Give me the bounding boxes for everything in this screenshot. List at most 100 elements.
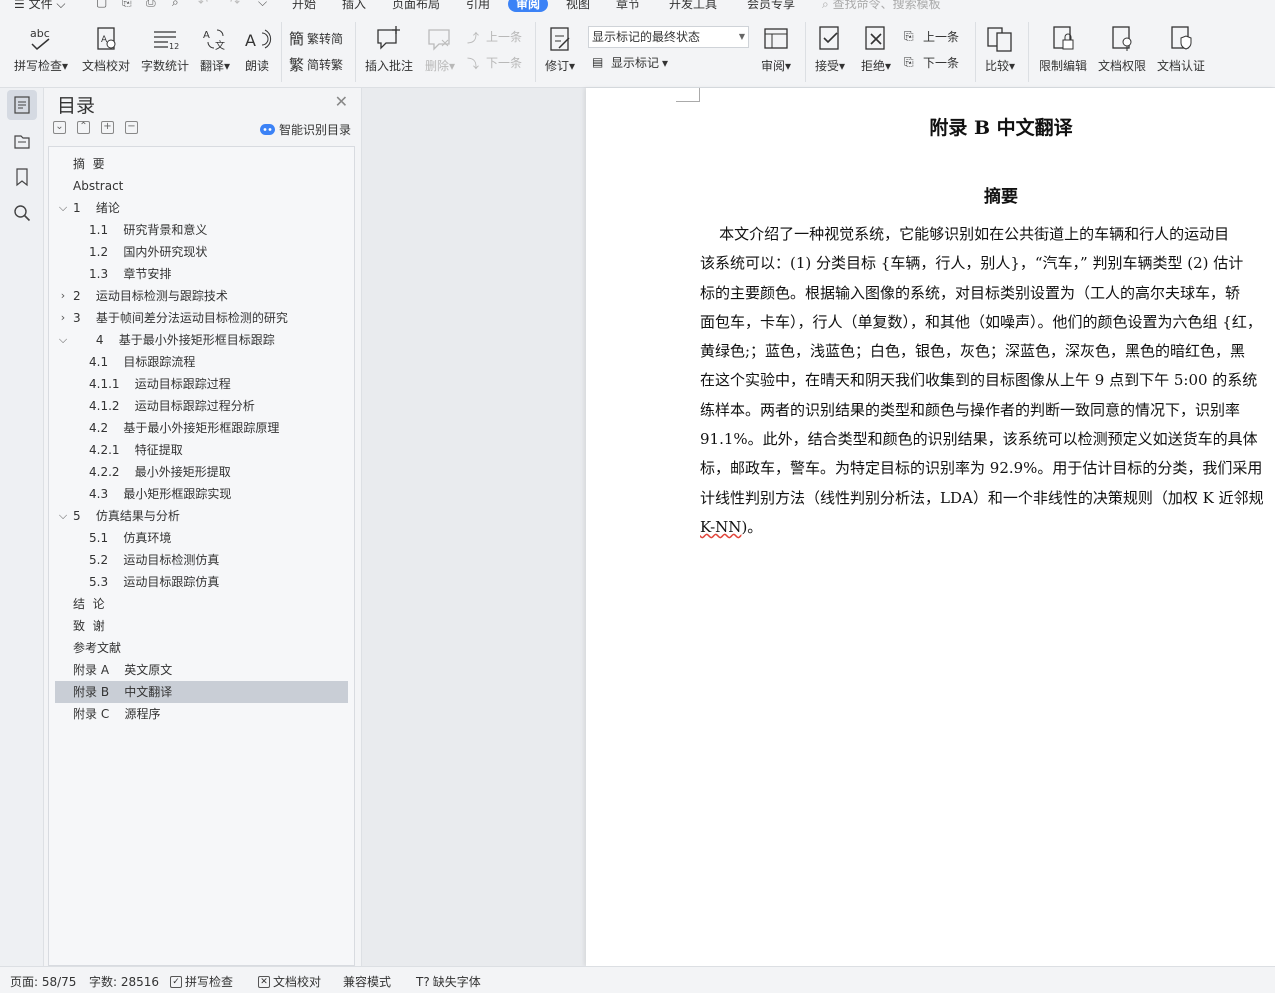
expand-all-icon[interactable]: ⌄ xyxy=(53,121,66,134)
print-icon[interactable]: ⎙ xyxy=(146,0,156,10)
simp-to-trad-button[interactable]: 繁简转繁 xyxy=(289,54,343,75)
ribbon-separator xyxy=(355,22,356,82)
delete-comment-button[interactable]: 删除▾ xyxy=(422,24,458,74)
toc-item[interactable]: Abstract xyxy=(55,175,348,197)
next-change-button[interactable]: ⎘ 下一条 xyxy=(904,54,959,71)
missing-font-button[interactable]: T? 缺失字体 xyxy=(416,973,481,990)
undo-icon[interactable]: ↶ xyxy=(198,0,208,9)
compare-label: 比较 xyxy=(984,59,1009,73)
compare-button[interactable]: 比较▾ xyxy=(982,24,1018,74)
toc-item[interactable]: 5.3 运动目标跟踪仿真 xyxy=(55,571,348,593)
toc-item[interactable]: 附录 C 源程序 xyxy=(55,703,348,725)
toc-item[interactable]: 4.1.1 运动目标跟踪过程 xyxy=(55,373,348,395)
show-markup-button[interactable]: ▤ 显示标记 ▾ xyxy=(592,54,668,71)
read-aloud-button[interactable]: A 朗读 xyxy=(241,24,273,74)
tab-view[interactable]: 视图 xyxy=(566,0,590,12)
toc-item[interactable]: 附录 A 英文原文 xyxy=(55,659,348,681)
tab-member[interactable]: 会员专享 xyxy=(747,0,795,12)
track-changes-button[interactable]: 修订▾ xyxy=(542,24,578,74)
toc-item[interactable]: ⌵ 5 仿真结果与分析 xyxy=(55,505,348,527)
word-count-button[interactable]: 12 字数统计 xyxy=(139,24,191,74)
redo-icon[interactable]: ↷ xyxy=(230,0,240,9)
chevron-right-icon[interactable]: › xyxy=(57,285,69,307)
toc-item[interactable]: 5.1 仿真环境 xyxy=(55,527,348,549)
prev-comment-button[interactable]: ⤴ 上一条 xyxy=(467,28,522,45)
chapter-nav-button[interactable] xyxy=(7,126,37,156)
bookmark-button[interactable] xyxy=(7,162,37,192)
search-icon: ⌕ xyxy=(822,0,829,11)
ribbon-separator xyxy=(975,22,976,82)
reject-button[interactable]: 拒绝▾ xyxy=(858,24,894,74)
toc-item[interactable]: 参考文献 xyxy=(55,637,348,659)
toc-item[interactable]: › 3 基于帧间差分法运动目标检测的研究 xyxy=(55,307,348,329)
toc-item[interactable]: › 2 运动目标检测与跟踪技术 xyxy=(55,285,348,307)
doc-permission-button[interactable]: 文档权限 xyxy=(1096,24,1148,74)
file-menu[interactable]: ☰ 文件 ⌵ xyxy=(14,0,66,12)
close-icon[interactable]: ✕ xyxy=(335,92,348,111)
prev-change-button[interactable]: ⎘ 上一条 xyxy=(904,28,959,45)
toc-item[interactable]: 1.2 国内外研究现状 xyxy=(55,241,348,263)
tab-section[interactable]: 章节 xyxy=(616,0,640,12)
doc-proof-button[interactable]: A 文档校对 xyxy=(80,24,132,74)
document-page[interactable]: 附录 B 中文翻译 摘要 本文介绍了一种视觉系统，它能够识别如在公共街道上的车辆… xyxy=(586,88,1275,966)
toc-item[interactable]: 致 谢 xyxy=(55,615,348,637)
toc-item[interactable]: ⌵ 1 绪论 xyxy=(55,197,348,219)
chevron-down-icon[interactable]: ⌵ xyxy=(57,505,69,527)
chevron-down-icon[interactable]: ⌵ xyxy=(57,329,69,351)
toc-item-label: 摘 要 xyxy=(73,157,105,171)
collapse-all-icon[interactable]: ⌃ xyxy=(77,121,90,134)
toc-item[interactable]: 4.3 最小矩形框跟踪实现 xyxy=(55,483,348,505)
markup-state-select[interactable]: 显示标记的最终状态 ▼ xyxy=(588,26,749,48)
toc-item[interactable]: 1.1 研究背景和意义 xyxy=(55,219,348,241)
doc-cert-button[interactable]: 文档认证 xyxy=(1155,24,1207,74)
more-icon[interactable]: ⌵ xyxy=(258,0,267,10)
tab-insert[interactable]: 插入 xyxy=(342,0,366,12)
accept-button[interactable]: 接受▾ xyxy=(812,24,848,74)
next-comment-button[interactable]: ⤵ 下一条 xyxy=(467,54,522,71)
page-indicator[interactable]: 页面: 58/75 xyxy=(10,973,76,990)
translate-label: 翻译 xyxy=(199,59,224,73)
misspelled-word[interactable]: K-NN xyxy=(700,518,741,536)
save-icon[interactable]: ▢ xyxy=(96,0,107,9)
permission-icon xyxy=(1112,26,1132,51)
review-pane-button[interactable]: 审阅▾ xyxy=(757,24,795,74)
spell-check-button[interactable]: abc 拼写检查▾ xyxy=(12,24,70,74)
insert-comment-button[interactable]: 插入批注 xyxy=(364,24,414,74)
tab-review[interactable]: 审阅 xyxy=(508,0,549,12)
doc-proof-status[interactable]: ✕ 文档校对 xyxy=(258,973,321,990)
smart-toc-button[interactable]: 智能识别目录 xyxy=(259,121,351,138)
toc-item[interactable]: 4.2 基于最小外接矩形框跟踪原理 xyxy=(55,417,348,439)
ribbon-separator xyxy=(281,22,282,82)
tab-references[interactable]: 引用 xyxy=(466,0,490,12)
toc-item[interactable]: 摘 要 xyxy=(55,153,348,175)
toc-item[interactable]: 结 论 xyxy=(55,593,348,615)
find-button[interactable] xyxy=(7,198,37,228)
toc-item[interactable]: 4.2.2 最小外接矩形提取 xyxy=(55,461,348,483)
export-icon[interactable]: ⎘ xyxy=(122,0,132,10)
toc-item[interactable]: 5.2 运动目标检测仿真 xyxy=(55,549,348,571)
chevron-right-icon[interactable]: › xyxy=(57,307,69,329)
add-heading-icon[interactable]: + xyxy=(101,121,114,134)
toc-item[interactable]: ⌵ 4 基于最小外接矩形框目标跟踪 xyxy=(55,329,348,351)
toc-item[interactable]: 附录 B 中文翻译 xyxy=(55,681,348,703)
spell-check-status[interactable]: ✓ 拼写检查 xyxy=(170,973,233,990)
trad-to-simp-button[interactable]: 簡繁转简 xyxy=(289,28,343,49)
restrict-edit-button[interactable]: 限制编辑 xyxy=(1037,24,1089,74)
word-count-indicator[interactable]: 字数: 28516 xyxy=(89,973,159,990)
tab-home[interactable]: 开始 xyxy=(292,0,316,12)
paragraph-line: 标，邮政车，警车。为特定目标的识别率为 92.9%。用于估计目标的分类，我们采用 xyxy=(700,459,1263,478)
toc-item[interactable]: 4.1.2 运动目标跟踪过程分析 xyxy=(55,395,348,417)
remove-heading-icon[interactable]: − xyxy=(125,121,138,134)
chevron-down-icon[interactable]: ⌵ xyxy=(57,197,69,219)
command-search[interactable]: ⌕ 查找命令、搜索模板 xyxy=(822,0,941,12)
toc-item[interactable]: 4.1 目标跟踪流程 xyxy=(55,351,348,373)
spell-check-status-label: 拼写检查 xyxy=(185,975,234,989)
preview-icon[interactable]: ⌕ xyxy=(172,0,179,10)
translate-button[interactable]: A文 翻译▾ xyxy=(197,24,233,74)
compat-mode-indicator: 兼容模式 xyxy=(343,975,392,989)
toc-item[interactable]: 1.3 章节安排 xyxy=(55,263,348,285)
tab-developer[interactable]: 开发工具 xyxy=(669,0,717,12)
toc-item[interactable]: 4.2.1 特征提取 xyxy=(55,439,348,461)
tab-layout[interactable]: 页面布局 xyxy=(392,0,440,12)
toc-panel-button[interactable] xyxy=(7,90,37,120)
